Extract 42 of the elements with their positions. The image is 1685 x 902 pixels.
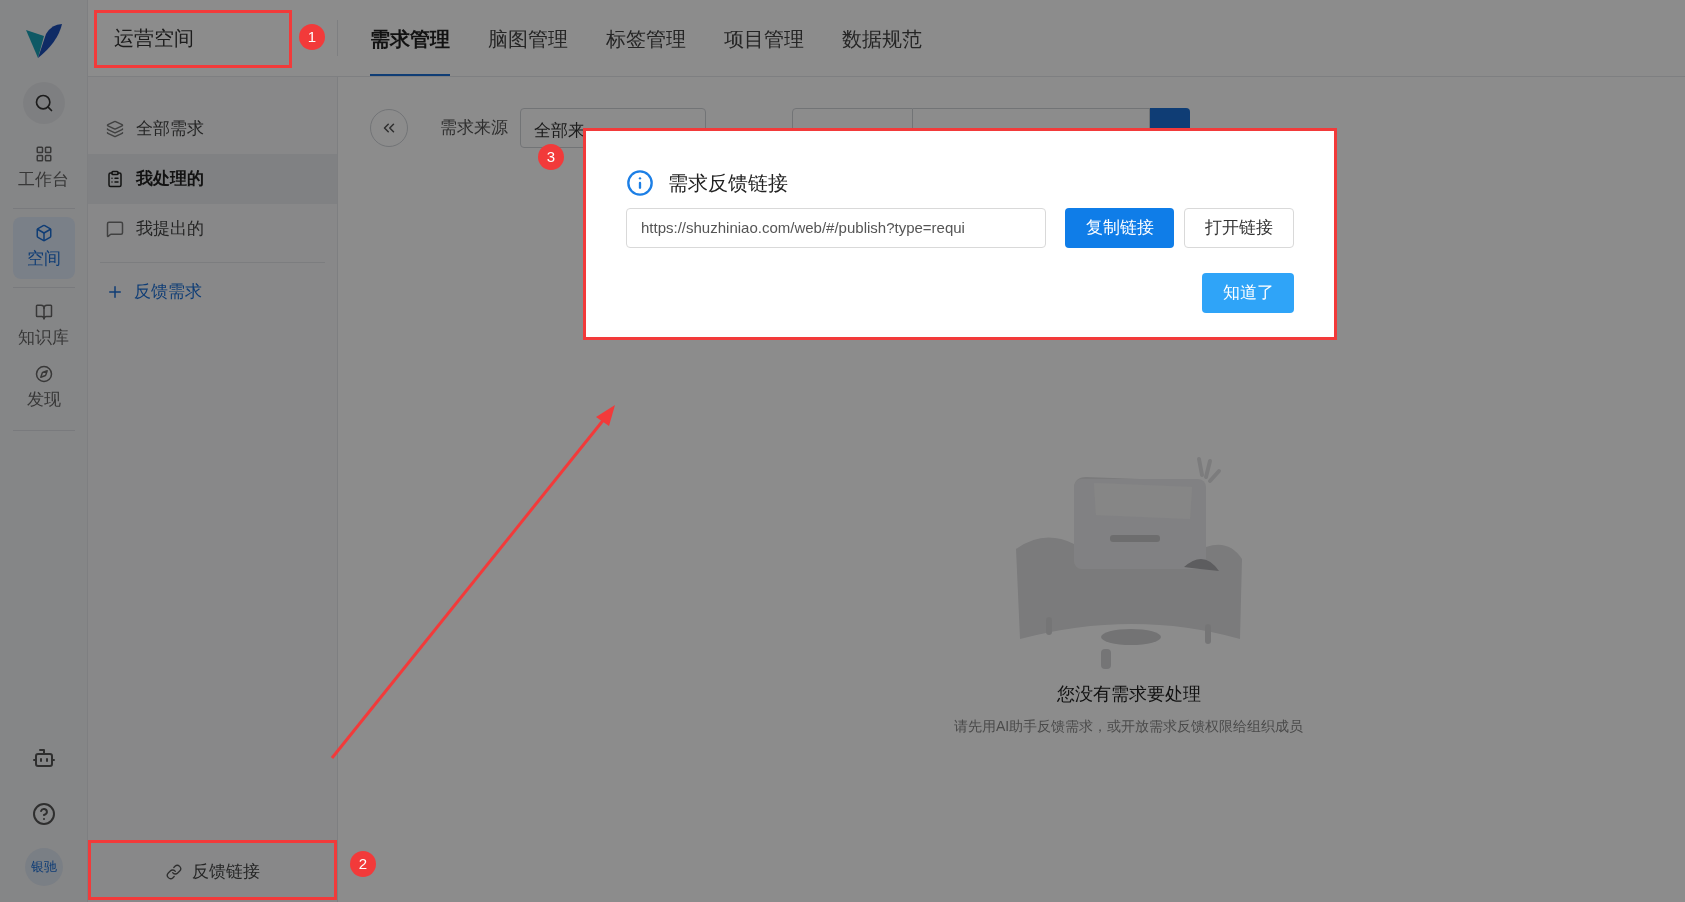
dialog-title: 需求反馈链接 [668, 171, 788, 196]
sidebar-item[interactable]: 我处理的 [88, 154, 337, 204]
info-icon [626, 169, 654, 197]
search-button[interactable] [22, 82, 65, 124]
logo-icon [23, 22, 64, 60]
step-badge: 1 [299, 24, 325, 50]
empty-hint: 请先用AI助手反馈需求，或开放需求反馈权限给组织成员 [953, 717, 1304, 736]
empty-title: 您没有需求要处理 [1056, 683, 1201, 706]
clipboard-icon [106, 170, 124, 188]
nav-tab[interactable]: 标签管理 [606, 0, 686, 76]
rail-item[interactable]: 工作台 [12, 138, 75, 200]
nav-tab[interactable]: 脑图管理 [488, 0, 568, 76]
rail-item[interactable]: 空间 [12, 217, 75, 279]
cube-icon [34, 224, 53, 243]
open-link-button[interactable]: 打开链接 [1184, 208, 1294, 248]
url-field[interactable]: https://shuzhiniao.com/web/#/publish?type=requi [626, 208, 1046, 248]
link-icon [165, 864, 182, 880]
dashboard-icon [34, 145, 53, 164]
sidebar-item[interactable]: 全部需求 [88, 104, 337, 154]
rail-item[interactable]: 发现 [12, 358, 75, 420]
robot-icon[interactable] [31, 746, 56, 770]
step-badge: 3 [538, 144, 564, 170]
confirm-button[interactable]: 知道了 [1202, 273, 1294, 313]
copy-link-button[interactable]: 复制链接 [1064, 208, 1175, 248]
sidebar-item[interactable]: 我提出的 [88, 204, 337, 254]
nav-tab[interactable]: 需求管理 [370, 0, 450, 76]
user-avatar[interactable]: 银驰 [24, 848, 63, 886]
layers-icon [106, 120, 124, 138]
space-name[interactable]: 运营空间 [114, 23, 194, 53]
message-icon [106, 220, 124, 238]
help-icon[interactable] [31, 802, 56, 826]
rail-item[interactable]: 知识库 [12, 296, 75, 358]
search-icon [33, 93, 54, 113]
nav-tab[interactable]: 项目管理 [724, 0, 804, 76]
step-badge: 2 [350, 851, 376, 877]
feedback-link[interactable]: 反馈链接 [88, 842, 337, 902]
book-icon [34, 303, 53, 322]
plus-icon [106, 283, 124, 301]
nav-tab[interactable]: 数据规范 [842, 0, 922, 76]
filter-label: 需求来源 [440, 117, 508, 140]
add-request-link[interactable]: 反馈需求 [88, 267, 337, 317]
compass-icon [34, 365, 53, 384]
